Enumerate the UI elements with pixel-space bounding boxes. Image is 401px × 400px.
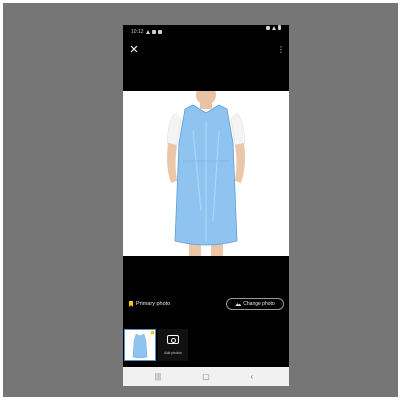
wifi-icon bbox=[266, 25, 270, 30]
camera-icon bbox=[167, 335, 179, 344]
primary-photo-text: Primary photo bbox=[136, 301, 171, 307]
change-photo-text: Change photo bbox=[243, 301, 275, 307]
photo-thumbnail[interactable] bbox=[124, 329, 156, 361]
primary-photo-label: Primary photo bbox=[129, 299, 170, 309]
notification-icon bbox=[145, 30, 150, 34]
apron-photo-image bbox=[123, 85, 289, 256]
close-icon[interactable]: ✕ bbox=[127, 43, 141, 57]
status-left: 10:12 bbox=[131, 25, 162, 39]
bookmark-icon bbox=[129, 301, 133, 307]
cloud-icon bbox=[151, 30, 156, 34]
thumbnail-image bbox=[125, 330, 155, 360]
image-icon bbox=[235, 303, 242, 306]
back-icon[interactable]: ‹ bbox=[245, 370, 259, 383]
add-photos-button[interactable]: Add photos bbox=[158, 329, 188, 361]
thumbnail-strip: Add photos bbox=[123, 328, 289, 364]
home-icon[interactable]: ▢ bbox=[199, 370, 213, 383]
battery-saver-icon bbox=[157, 30, 162, 34]
main-photo bbox=[123, 85, 289, 256]
more-options-icon[interactable]: ⋮ bbox=[277, 43, 285, 57]
status-right bbox=[266, 25, 281, 30]
status-time: 10:12 bbox=[131, 29, 144, 35]
status-bar: 10:12 bbox=[123, 25, 289, 39]
add-photos-label: Add photos bbox=[164, 351, 182, 355]
phone-screen: 10:12 ✕ ⋮ Primary photo Change photo Add… bbox=[123, 25, 289, 386]
screenshot-frame: 10:12 ✕ ⋮ Primary photo Change photo Add… bbox=[3, 3, 398, 397]
signal-icon bbox=[272, 25, 276, 30]
recents-icon[interactable]: ||| bbox=[151, 370, 165, 383]
navigation-bar: ||| ▢ ‹ bbox=[123, 367, 289, 386]
battery-icon bbox=[278, 25, 281, 30]
top-bar: ✕ ⋮ bbox=[123, 39, 289, 61]
change-photo-button[interactable]: Change photo bbox=[226, 298, 284, 310]
